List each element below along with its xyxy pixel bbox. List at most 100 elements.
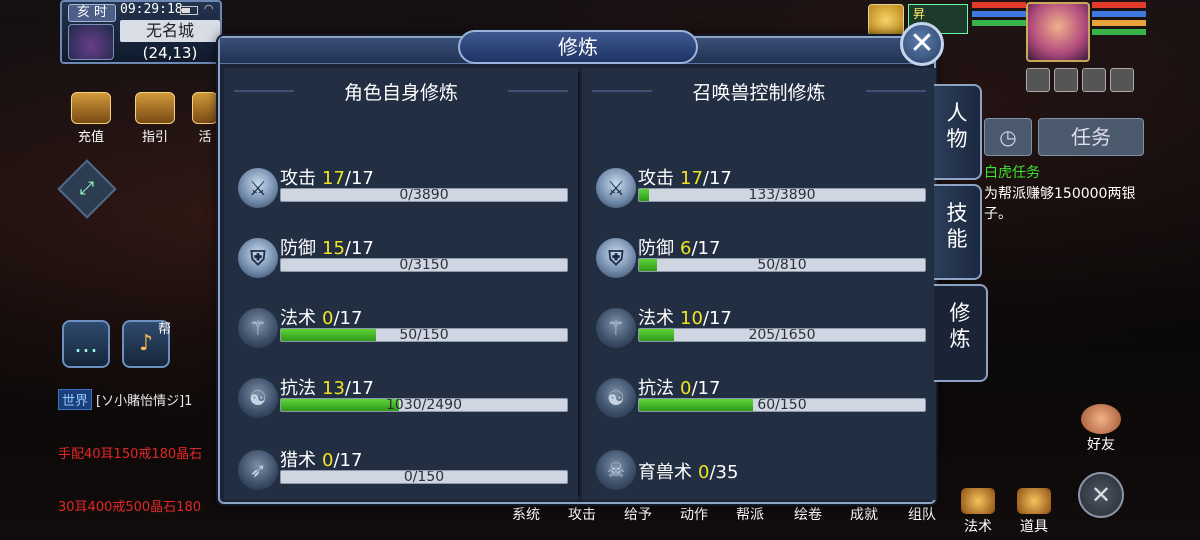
cultivation-name: 法术: [638, 308, 674, 329]
tab-label: 技能: [946, 201, 968, 251]
speech-bubble-icon: …: [74, 330, 98, 358]
chat-button[interactable]: …: [62, 320, 110, 368]
pet-cultivation-column: 召唤兽控制修炼 ⚔ 攻击 17/17 133/3890 ⛨ 防御 6/17 50/810 ⚚ 法术…: [582, 68, 936, 500]
cultivation-label: 育兽术 0/35: [638, 458, 738, 484]
cultivation-level: 0: [698, 462, 710, 483]
cultivation-name: 防御: [638, 238, 674, 259]
progress-text: 0/3890: [399, 188, 449, 202]
cultivation-max: /17: [702, 308, 732, 329]
cultivation-name: 猎术: [280, 450, 316, 471]
menu-system[interactable]: 系统: [506, 504, 546, 524]
menu-team[interactable]: 组队: [902, 504, 942, 524]
menu-give[interactable]: 给予: [618, 504, 658, 524]
tab-character[interactable]: 人物: [934, 84, 982, 180]
yin-yang-icon: ☯: [238, 378, 278, 418]
tab-skills[interactable]: 技能: [934, 184, 982, 280]
chest-icon: [1017, 488, 1051, 514]
shield-icon: ⛨: [238, 238, 278, 278]
location-panel[interactable]: 亥 时 09:29:18 ◠ 无名城 (24,13): [60, 0, 222, 64]
friends-button[interactable]: 好友: [1078, 404, 1124, 454]
cultivation-name: 抗法: [280, 378, 316, 399]
close-icon: ✕: [1090, 481, 1112, 509]
tab-cultivation[interactable]: 修炼: [934, 284, 988, 382]
task-title[interactable]: 白虎任务: [984, 162, 1040, 182]
cultivation-row[interactable]: ➶ 猎术 0/17 0/150: [238, 446, 568, 502]
dialog-title: 修炼: [458, 30, 698, 64]
self-cultivation-header: 角色自身修炼: [343, 82, 458, 104]
cultivation-name: 防御: [280, 238, 316, 259]
cultivation-row[interactable]: ⛨ 防御 15/17 0/3150: [238, 234, 568, 290]
menu-guild[interactable]: 帮派: [730, 504, 770, 524]
progress-text: 60/150: [757, 398, 807, 412]
menu-achieve[interactable]: 成就: [844, 504, 884, 524]
close-menu-button[interactable]: ✕: [1078, 472, 1124, 518]
task-description: 为帮派赚够150000两银子。: [984, 186, 1136, 222]
dialog-close-button[interactable]: ✕: [900, 22, 944, 66]
cultivation-max: /17: [333, 450, 363, 471]
buff-icon: [1026, 68, 1050, 92]
menu-scroll[interactable]: 绘卷: [788, 504, 828, 524]
cultivation-row[interactable]: ☠ 育兽术 0/35: [596, 446, 926, 502]
cultivation-label: 法术 10/17: [638, 304, 732, 330]
cultivation-label: 攻击 17/17: [638, 164, 732, 190]
microphone-icon: ♪: [138, 331, 154, 356]
menu-items[interactable]: 道具: [1014, 488, 1054, 536]
activity-button[interactable]: 活: [192, 92, 218, 145]
cultivation-row[interactable]: ☯ 抗法 0/17 60/150: [596, 374, 926, 430]
cultivation-max: /17: [344, 238, 374, 259]
cultivation-row[interactable]: ⚔ 攻击 17/17 133/3890: [596, 164, 926, 220]
sword-icon: ⚔: [238, 168, 278, 208]
minimap-icon[interactable]: [68, 24, 114, 60]
cultivation-level: 13: [322, 378, 345, 399]
cultivation-level: 10: [680, 308, 703, 329]
hero-avatar[interactable]: [1026, 2, 1090, 62]
cultivation-label: 防御 15/17: [280, 234, 374, 260]
menu-attack[interactable]: 攻击: [562, 504, 602, 524]
guide-button[interactable]: 指引: [130, 92, 180, 145]
buff-icon: [1110, 68, 1134, 92]
cultivation-name: 育兽术: [638, 462, 692, 483]
cultivation-row[interactable]: ⚚ 法术 10/17 205/1650: [596, 304, 926, 360]
cultivation-progress-bar: 0/3890: [280, 188, 568, 202]
cultivation-row[interactable]: ⛨ 防御 6/17 50/810: [596, 234, 926, 290]
chat-line[interactable]: 30耳400戒500晶石180: [58, 496, 201, 515]
pet-cultivation-header: 召唤兽控制修炼: [692, 82, 826, 104]
close-icon: ✕: [909, 26, 935, 61]
chat-line[interactable]: 世界 [ソ小賭怡情ジ]1: [58, 389, 192, 410]
voice-channel-tag: 帮: [158, 322, 172, 337]
menu-spell[interactable]: 法术: [958, 488, 998, 536]
cultivation-row[interactable]: ☯ 抗法 13/17 1030/2490: [238, 374, 568, 430]
progress-text: 205/1650: [748, 328, 816, 342]
handshake-icon: [1081, 404, 1121, 434]
cultivation-level: 6: [680, 238, 692, 259]
cultivation-max: /17: [344, 168, 374, 189]
map-name: 无名城: [120, 20, 220, 42]
cultivation-max: /35: [709, 462, 739, 483]
recharge-button[interactable]: 充值: [66, 92, 116, 145]
scroll-icon: [135, 92, 175, 124]
cultivation-level: 0: [322, 450, 334, 471]
cultivation-name: 抗法: [638, 378, 674, 399]
tab-label: 人物: [946, 101, 968, 151]
wifi-icon: ◠: [204, 2, 214, 15]
cultivation-progress-bar: 60/150: [638, 398, 926, 412]
cultivation-row[interactable]: ⚔ 攻击 17/17 0/3890: [238, 164, 568, 220]
progress-text: 50/150: [399, 328, 449, 342]
cultivation-row[interactable]: ⚚ 法术 0/17 50/150: [238, 304, 568, 360]
column-divider: [578, 72, 580, 496]
task-button[interactable]: 任务: [1038, 118, 1144, 156]
cultivation-max: /17: [333, 308, 363, 329]
menu-action[interactable]: 动作: [674, 504, 714, 524]
cultivation-label: 抗法 13/17: [280, 374, 374, 400]
timer-button[interactable]: ◷: [984, 118, 1032, 156]
hour-tag: 亥 时: [68, 4, 116, 22]
cultivation-label: 防御 6/17: [638, 234, 720, 260]
cultivation-name: 攻击: [638, 168, 674, 189]
cultivation-name: 法术: [280, 308, 316, 329]
beast-skull-icon: ☠: [596, 450, 636, 490]
chat-line[interactable]: 手配40耳150戒180晶石: [58, 443, 202, 462]
pet-avatar[interactable]: [868, 4, 904, 36]
cultivation-label: 抗法 0/17: [638, 374, 720, 400]
buff-icon: [1082, 68, 1106, 92]
world-channel-tag: 世界: [58, 389, 93, 410]
